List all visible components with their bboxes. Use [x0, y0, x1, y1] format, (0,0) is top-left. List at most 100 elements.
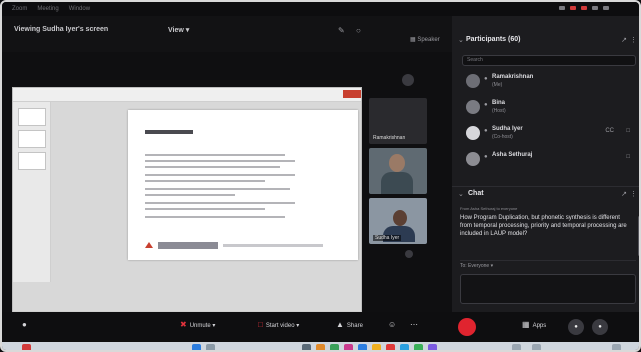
slide-logo-icon [145, 242, 153, 248]
chat-title: Chat [468, 190, 484, 197]
slide-title [145, 130, 193, 134]
maximize-icon[interactable] [592, 6, 598, 10]
slide-bullet [145, 180, 265, 182]
app-icon[interactable] [22, 344, 31, 350]
participant-name: Asha Sethuraj [492, 152, 533, 158]
participants-title: Participants (60) [466, 36, 521, 43]
chevron-down-icon[interactable]: ⌄ [458, 36, 464, 44]
avatar [466, 74, 480, 88]
app-icon[interactable] [316, 344, 325, 350]
slide-bullet [145, 202, 295, 204]
speaker-view-button[interactable]: ▦ Speaker [410, 36, 440, 43]
meeting-window: Zoom Meeting Window Viewing Sudha Iyer's… [0, 0, 641, 352]
slide-bullet [145, 188, 290, 190]
video-tile[interactable]: Ramakrishnan [369, 98, 427, 144]
slide-bullet [145, 160, 295, 162]
apps-button[interactable]: ▦ Apps [522, 320, 546, 329]
mic-icon: ● [484, 76, 488, 82]
start-video-button[interactable]: □ Start video ▾ [258, 320, 299, 329]
os-taskbar [2, 342, 639, 350]
participant-row[interactable]: ● Sudha Iyer (Co-host) CC □ [462, 122, 636, 144]
video-icon: □ [626, 128, 630, 134]
slide-bullet [145, 194, 235, 196]
participant-row[interactable]: ● Ramakrishnan (Me) [462, 70, 636, 92]
video-tile[interactable]: Sudha Iyer [369, 198, 427, 244]
ppt-share-tab [343, 90, 361, 98]
participant-role: (Me) [492, 82, 503, 88]
app-icon[interactable] [192, 344, 201, 350]
chevron-down-icon[interactable]: ⌄ [458, 190, 464, 198]
avatar [466, 126, 480, 140]
ppt-ribbon [13, 88, 361, 102]
slide-thumbnail[interactable] [18, 108, 46, 126]
reactions-button[interactable]: ☺ [388, 320, 399, 329]
slide-thumbnail[interactable] [18, 152, 46, 170]
participant-body [381, 172, 413, 194]
meeting-info-icon[interactable]: ● [22, 320, 30, 329]
viewing-screen-label: Viewing Sudha Iyer's screen [14, 26, 109, 33]
tray-icon[interactable] [532, 344, 541, 350]
avatar[interactable]: ● [568, 319, 584, 335]
more-icon[interactable]: ⋮ [630, 190, 637, 198]
meeting-header: Viewing Sudha Iyer's screen View ▾ ✎ ○ ▦… [2, 16, 452, 52]
participants-search-input[interactable]: Search [462, 55, 636, 66]
unmute-button[interactable]: ✖ Unmute ▾ [180, 320, 215, 329]
video-tile[interactable] [369, 148, 427, 194]
mic-icon: ● [484, 154, 488, 160]
view-options-button[interactable]: View ▾ [168, 26, 189, 34]
os-tab[interactable]: Meeting [37, 6, 58, 12]
app-icon[interactable] [358, 344, 367, 350]
app-icon[interactable] [344, 344, 353, 350]
slide-thumbnail[interactable] [18, 130, 46, 148]
chat-message-input[interactable] [460, 274, 636, 304]
app-icon[interactable] [386, 344, 395, 350]
app-icon[interactable] [302, 344, 311, 350]
app-icon[interactable] [330, 344, 339, 350]
participant-face [393, 210, 407, 226]
app-icon[interactable] [372, 344, 381, 350]
app-icon[interactable] [400, 344, 409, 350]
minimize-icon[interactable] [559, 6, 565, 10]
chat-header: ⌄ Chat ↗ ⋮ [452, 186, 639, 200]
popout-icon[interactable]: ↗ [621, 190, 627, 198]
more-button[interactable]: ⋯ [410, 320, 421, 329]
annotate-icon[interactable]: ✎ [338, 26, 345, 35]
avatar[interactable]: ● [592, 319, 608, 335]
more-icon[interactable]: ⋮ [630, 36, 637, 44]
app-icon[interactable] [414, 344, 423, 350]
pointer-icon[interactable]: ○ [356, 26, 361, 35]
tile-name: Sudha Iyer [373, 235, 402, 241]
window-controls [559, 6, 609, 10]
notification-icon[interactable] [612, 344, 621, 350]
scroll-dot[interactable] [405, 250, 413, 258]
participant-name: Bina [492, 100, 506, 106]
os-tab[interactable]: Zoom [12, 6, 27, 12]
shared-powerpoint-window[interactable] [12, 87, 362, 322]
mic-icon: ● [484, 102, 488, 108]
participant-name: Ramakrishnan [492, 74, 534, 80]
share-button[interactable]: ▲ Share [336, 320, 363, 329]
app-icon[interactable] [428, 344, 437, 350]
slide-thumbnail-pane [13, 102, 51, 282]
slide-footer-caption [223, 244, 323, 247]
participant-row[interactable]: ● Bina (Host) [462, 96, 636, 118]
slide-bullet [145, 154, 285, 156]
close-icon[interactable] [603, 6, 609, 10]
slide-footer-name [158, 242, 218, 249]
app-icon[interactable] [206, 344, 215, 350]
chat-recipient-select[interactable]: To: Everyone ▾ [460, 260, 636, 271]
slide-bullet [145, 166, 280, 168]
participants-header: ⌄ Participants (60) ↗ ⋮ [452, 16, 639, 52]
avatar [466, 100, 480, 114]
leave-button[interactable] [458, 318, 476, 336]
chat-message-text: How Program Duplication, but phonetic sy… [460, 215, 627, 237]
tray-icon[interactable] [512, 344, 521, 350]
participant-role: (Host) [492, 108, 506, 114]
participant-row[interactable]: ● Asha Sethuraj □ [462, 148, 636, 170]
os-tab[interactable]: Window [69, 6, 90, 12]
avatar [466, 152, 480, 166]
mic-icon: ● [484, 128, 488, 134]
slide-bullet [145, 174, 295, 176]
avatar [402, 74, 414, 86]
popout-icon[interactable]: ↗ [621, 36, 627, 44]
